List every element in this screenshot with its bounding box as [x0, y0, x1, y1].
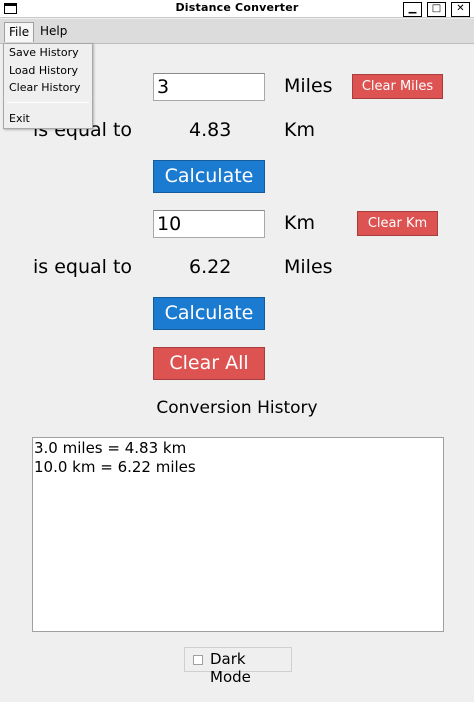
history-textbox[interactable]: 3.0 miles = 4.83 km 10.0 km = 6.22 miles [32, 437, 444, 632]
history-line: 3.0 miles = 4.83 km [34, 439, 187, 457]
menu-separator [7, 102, 89, 103]
menu-item-save-history[interactable]: Save History [9, 46, 79, 59]
miles-result-value: 4.83 [189, 119, 232, 141]
checkbox-icon[interactable] [193, 655, 203, 665]
dark-mode-checkbox[interactable]: Dark Mode [184, 647, 292, 686]
km-input[interactable]: 10 [153, 210, 265, 238]
menu-bar: File Help [0, 19, 474, 44]
clear-miles-button[interactable]: Clear Miles [352, 74, 443, 99]
clear-km-button[interactable]: Clear Km [357, 211, 438, 236]
history-heading: Conversion History [156, 398, 318, 418]
calculate-km-button[interactable]: Calculate [153, 297, 265, 330]
km-result-value: 6.22 [189, 256, 232, 278]
menu-file[interactable]: File [4, 22, 35, 42]
menu-item-load-history[interactable]: Load History [9, 64, 78, 77]
menu-help[interactable]: Help [36, 22, 71, 42]
miles-input[interactable]: 3 [153, 73, 265, 101]
km-equal-label: is equal to [33, 256, 133, 278]
menu-item-exit[interactable]: Exit [9, 112, 30, 125]
history-line: 10.0 km = 6.22 miles [34, 458, 196, 476]
file-menu-dropdown: Save History Load History Clear History … [3, 43, 93, 129]
dark-mode-label: Dark Mode [210, 650, 251, 686]
close-button[interactable]: ✕ [451, 2, 470, 17]
maximize-button[interactable]: □ [427, 2, 446, 17]
miles-result-unit: Km [284, 119, 315, 141]
menu-item-clear-history[interactable]: Clear History [9, 81, 80, 94]
km-unit-label: Km [284, 212, 315, 234]
calculate-miles-button[interactable]: Calculate [153, 160, 265, 193]
km-result-unit: Miles [284, 256, 333, 278]
minimize-button[interactable]: ▁ [403, 2, 422, 17]
miles-unit-label: Miles [284, 75, 333, 97]
title-bar: Distance Converter ▁ □ ✕ [0, 0, 474, 18]
clear-all-button[interactable]: Clear All [153, 347, 265, 380]
